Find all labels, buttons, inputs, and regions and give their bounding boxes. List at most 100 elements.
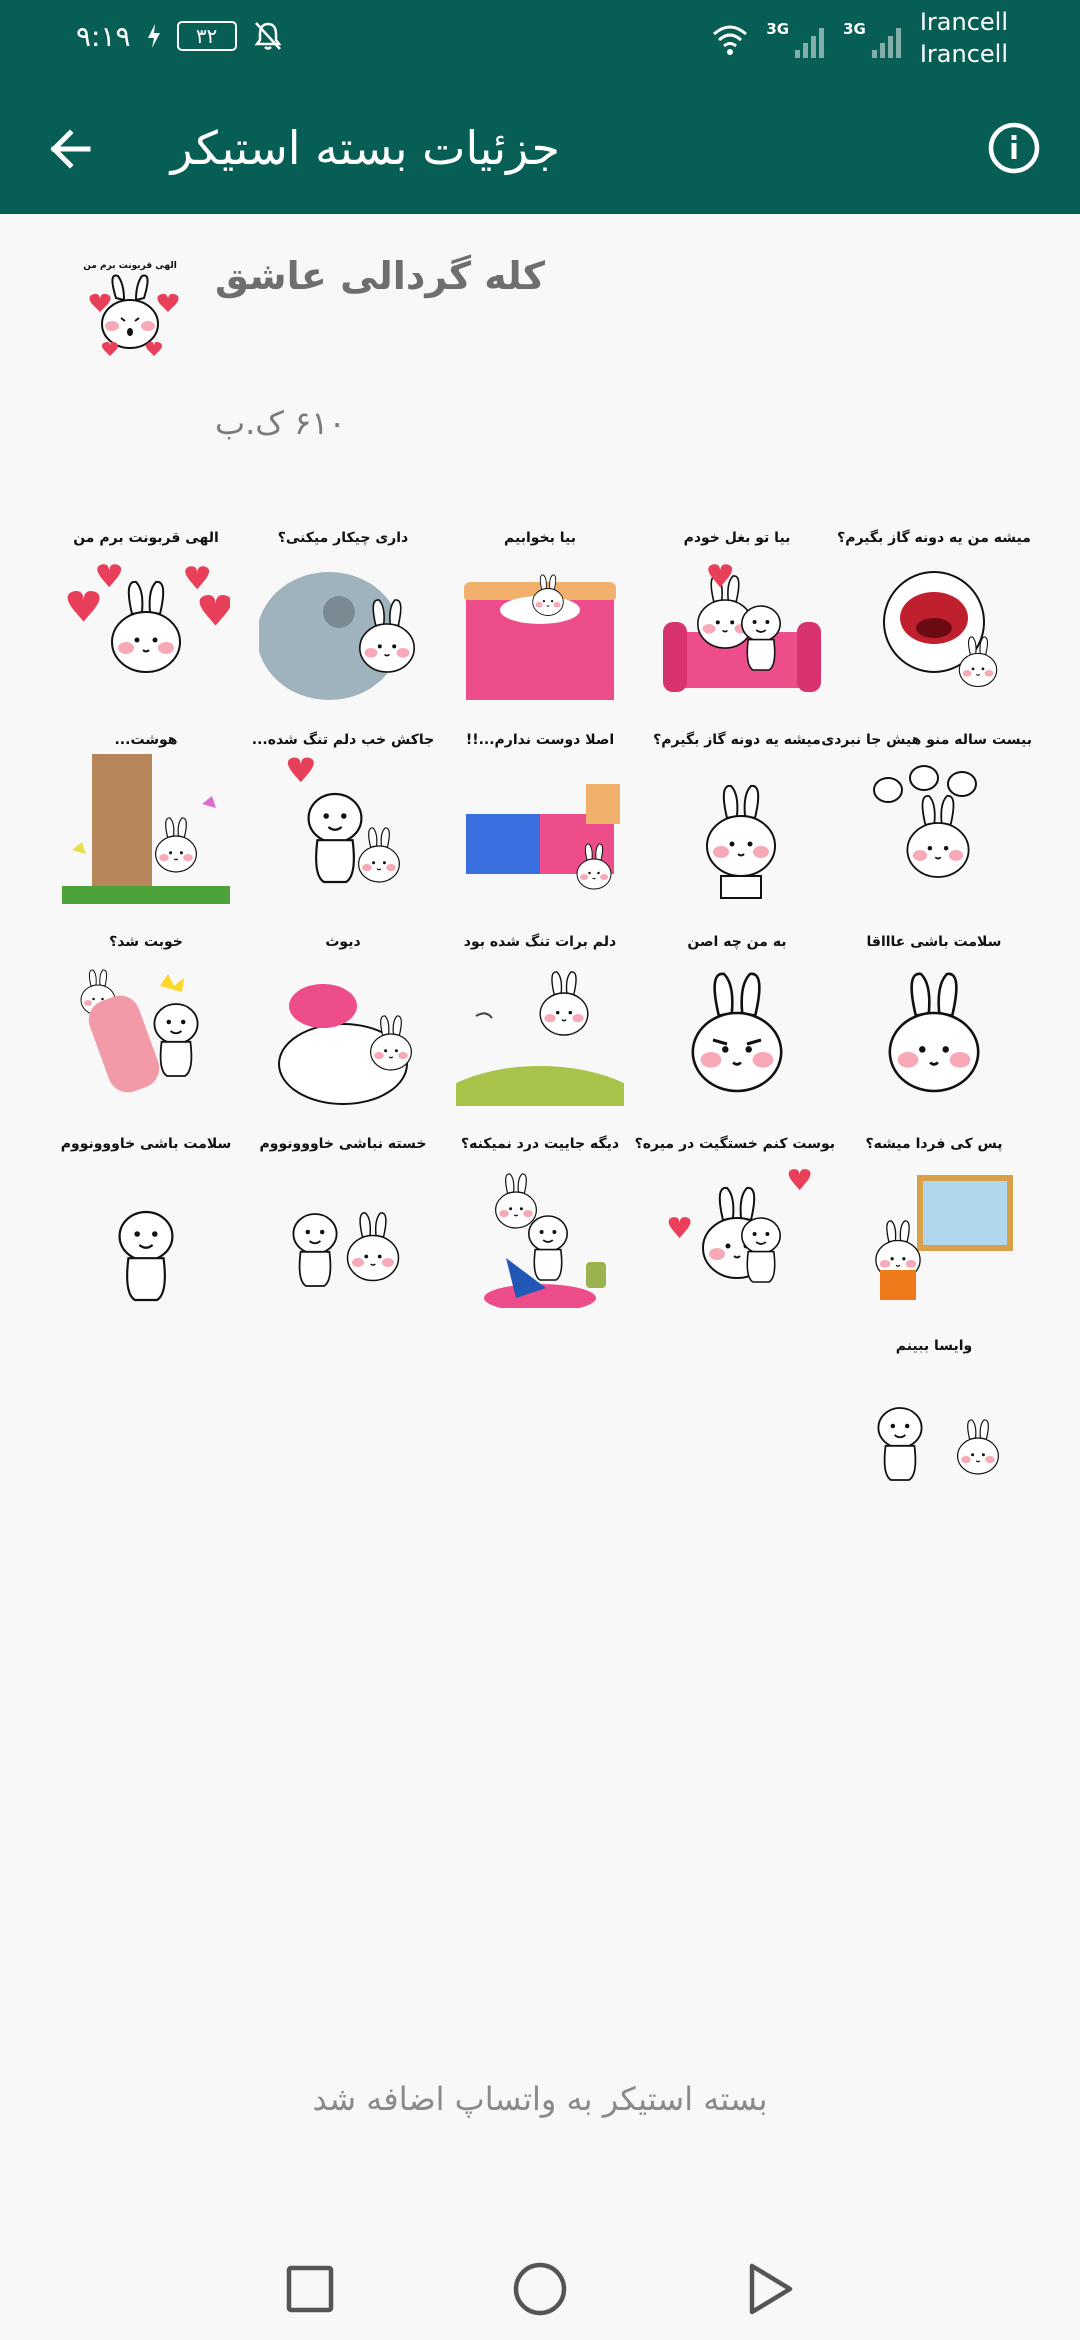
sticker-item[interactable]: میشه یه دونه گاز بگیرم؟ (639, 720, 835, 922)
signal-2: 3G (843, 6, 904, 60)
sticker-image-shy (706, 784, 776, 899)
sticker-image-field (456, 971, 624, 1106)
sticker-item[interactable]: دیگه جاییت درد نمیکنه؟ (442, 1124, 638, 1326)
info-icon (988, 122, 1040, 174)
sticker-grid: میشه من یه دونه گاز بگیرم؟ بیا تو بغل خو… (48, 518, 1032, 1528)
sticker-item[interactable]: دلم برات تنگ شده بود (442, 922, 638, 1124)
sticker-item[interactable]: میشه من یه دونه گاز بگیرم؟ (836, 518, 1032, 720)
circle-icon (513, 2262, 567, 2316)
sticker-image-bed (464, 574, 616, 700)
sticker-image-peek (259, 572, 416, 700)
recents-button[interactable] (274, 2254, 346, 2326)
pack-added-status: بسته استیکر به واتساپ اضافه شد (312, 2080, 768, 2118)
sticker-image-beds (466, 784, 620, 890)
signal-bars-icon (795, 28, 825, 58)
status-bar: ۹:۱۹ ۳۲ 3G 3G Irancell Irancell (0, 0, 1080, 84)
sticker-caption: پس کی فردا میشه؟ (865, 1136, 1003, 1152)
sticker-item[interactable]: جاکش خب دلم تنگ شده... (245, 720, 441, 922)
tray-caption: الهی قربونت برم من (83, 261, 177, 271)
sticker-image-grumpy (691, 972, 783, 1093)
sticker-item[interactable]: هوشت... (48, 720, 244, 922)
info-button[interactable] (978, 112, 1050, 184)
sticker-image-care (484, 1173, 606, 1308)
sticker-item[interactable]: الهی قربونت برم من (48, 518, 244, 720)
back-nav-button[interactable] (734, 2254, 806, 2326)
sticker-image-stop (877, 1407, 1000, 1481)
wifi-icon (713, 25, 748, 55)
carriers: Irancell Irancell (920, 6, 1008, 70)
sticker-item[interactable]: داری چیکار میکنی؟ (245, 518, 441, 720)
sticker-image-kiss (668, 1169, 811, 1283)
navigation-bar (0, 2240, 1080, 2340)
sticker-caption: وایسا ببینم (895, 1338, 973, 1354)
sticker-caption: خسته نباشی خاووونووم (259, 1136, 427, 1152)
network-type-1: 3G (766, 20, 790, 38)
charging-icon (147, 24, 160, 48)
sticker-item[interactable]: سلامت باشی خاووونووم (48, 1124, 244, 1326)
status-time: ۹:۱۹ (76, 19, 131, 53)
sticker-image-mouth (883, 571, 998, 688)
sticker-item[interactable]: بیا تو بغل خودم (639, 518, 835, 720)
sticker-image-tree (62, 754, 230, 904)
sticker-caption: بیا بخوابیم (504, 530, 576, 546)
page-title: جزئیات بسته استیکر (170, 121, 560, 175)
mute-notifications-icon (254, 22, 282, 50)
sticker-image-crush (278, 984, 413, 1105)
pack-size: ۶۱۰ ک.ب (215, 404, 346, 442)
signal-1: 3G (766, 6, 827, 60)
pack-header: الهی قربونت برم من کله گردالی عاشق ۶۱۰ ک… (0, 214, 1080, 514)
sticker-caption: داری چیکار میکنی؟ (277, 530, 409, 546)
sticker-caption: خوبت شد؟ (109, 934, 183, 950)
sticker-item[interactable]: سلامت باشی عاااقا (836, 922, 1032, 1124)
app-bar: جزئیات بسته استیکر (0, 84, 1080, 214)
sticker-image-tantrum (873, 765, 977, 878)
sticker-item[interactable]: بیا بخوابیم (442, 518, 638, 720)
pack-name: کله گردالی عاشق (215, 254, 545, 298)
triangle-back-icon (749, 2263, 793, 2315)
sticker-caption: سلامت باشی خاووونووم (60, 1136, 232, 1152)
sticker-caption: به من چه اصن (687, 934, 787, 950)
carrier-1: Irancell (919, 8, 1008, 36)
status-left: ۹:۱۹ ۳۲ (76, 18, 285, 54)
carrier-2: Irancell (919, 40, 1008, 68)
sticker-caption: دیوث (325, 934, 361, 950)
sticker-item[interactable]: پس کی فردا میشه؟ (836, 1124, 1032, 1326)
sticker-caption: جاکش خب دلم تنگ شده... (251, 732, 435, 748)
sticker-item[interactable]: دیوث (245, 922, 441, 1124)
sticker-image-hit (80, 969, 199, 1093)
status-right: 3G 3G Irancell Irancell (710, 6, 1008, 70)
back-button[interactable] (36, 114, 106, 184)
sticker-item[interactable]: بوست کنم خستگیت در میره؟ (634, 1124, 835, 1326)
signal-bars-icon (871, 28, 901, 58)
network-type-2: 3G (843, 20, 866, 38)
sticker-image-duo (292, 1212, 400, 1287)
square-icon (286, 2265, 334, 2313)
sticker-image-hug (287, 757, 401, 884)
sticker-caption: دیگه جاییت درد نمیکنه؟ (460, 1136, 620, 1152)
sticker-image-frame (875, 1175, 1013, 1300)
sticker-caption: سلامت باشی عاااقا (866, 934, 1002, 950)
battery-level: ۳۲ (176, 21, 237, 51)
sticker-caption: بیست ساله منو هیش جا نبردی (821, 732, 1032, 748)
sticker-image-couch (663, 564, 821, 692)
sticker-caption: الهی قربونت برم من (73, 530, 219, 546)
sticker-image-face (888, 972, 980, 1093)
sticker-caption: اصلا دوست ندارم...!! (465, 732, 615, 748)
sticker-item[interactable]: خسته نباشی خاووونووم (245, 1124, 441, 1326)
pack-tray-icon: الهی قربونت برم من (68, 254, 192, 378)
sticker-caption: میشه من یه دونه گاز بگیرم؟ (837, 530, 1031, 546)
sticker-caption: دلم برات تنگ شده بود (463, 934, 617, 950)
sticker-caption: میشه یه دونه گاز بگیرم؟ (653, 732, 821, 748)
sticker-caption: هوشت... (114, 732, 178, 748)
sticker-caption: بیا تو بغل خودم (683, 530, 791, 546)
home-button[interactable] (504, 2254, 576, 2326)
sticker-item[interactable]: به من چه اصن (639, 922, 835, 1124)
sticker-image-single (118, 1210, 174, 1302)
sticker-image-hearts (67, 564, 230, 673)
sticker-item[interactable]: اصلا دوست ندارم...!! (442, 720, 638, 922)
sticker-item[interactable]: خوبت شد؟ (48, 922, 244, 1124)
arrow-back-icon (50, 129, 91, 169)
sticker-item[interactable]: وایسا ببینم (836, 1326, 1032, 1528)
sticker-item[interactable]: بیست ساله منو هیش جا نبردی (821, 720, 1032, 922)
sticker-caption: بوست کنم خستگیت در میره؟ (634, 1136, 835, 1152)
